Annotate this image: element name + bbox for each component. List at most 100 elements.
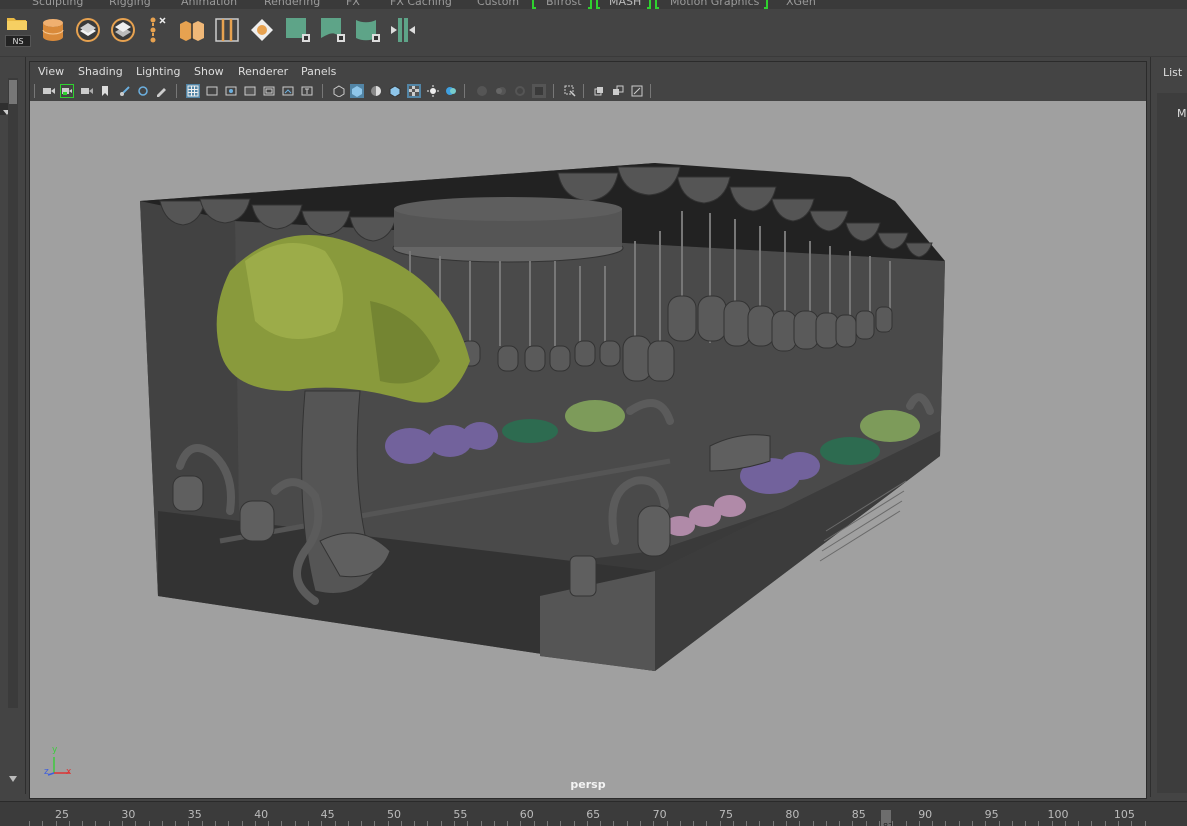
grease-pencil-icon[interactable] bbox=[154, 84, 168, 98]
toolbar-separator bbox=[34, 84, 35, 98]
safe-title-icon[interactable] bbox=[300, 84, 314, 98]
shelf-tab-motion-graphics[interactable]: Motion Graphics bbox=[670, 0, 759, 8]
timeline-tick-mark bbox=[732, 821, 734, 826]
green-deform-icon[interactable] bbox=[319, 16, 347, 44]
left-scrollbar[interactable] bbox=[8, 78, 18, 708]
shelf-tab-mash[interactable]: MASH bbox=[609, 0, 641, 8]
shelf-tab-xgen[interactable]: XGen bbox=[786, 0, 816, 8]
shelf-tab-rendering[interactable]: Rendering bbox=[264, 0, 320, 8]
timeline-tick-mark bbox=[440, 821, 442, 826]
maximize-icon[interactable] bbox=[630, 84, 644, 98]
bracket-icon[interactable] bbox=[213, 16, 241, 44]
timeline-tick-mark bbox=[547, 821, 548, 826]
timeline-tick-mark bbox=[294, 821, 296, 826]
scroll-down-icon[interactable] bbox=[8, 769, 18, 782]
scroll-thumb[interactable] bbox=[9, 80, 17, 104]
shelf-tab-bifrost[interactable]: Bifrost bbox=[546, 0, 582, 8]
timeline-tick-mark bbox=[175, 821, 177, 826]
timeline-tick-mark bbox=[799, 821, 801, 826]
image-plane-icon[interactable] bbox=[118, 84, 132, 98]
timeline-tick-mark bbox=[507, 821, 509, 826]
timeline-tick-mark bbox=[1025, 821, 1026, 826]
timeline-tick-mark bbox=[334, 821, 336, 826]
wireframe-on-shaded-icon[interactable] bbox=[388, 84, 402, 98]
axis-y-label: y bbox=[52, 745, 58, 755]
default-material-icon[interactable] bbox=[369, 84, 383, 98]
camera-attributes-icon[interactable] bbox=[80, 84, 94, 98]
field-chart-icon[interactable] bbox=[262, 84, 276, 98]
timeline-tick-mark bbox=[347, 821, 349, 826]
single-view-icon[interactable] bbox=[592, 84, 606, 98]
timeline-tick-mark bbox=[560, 821, 562, 826]
shelf-tab-sculpting[interactable]: Sculpting bbox=[32, 0, 83, 8]
film-gate-icon[interactable] bbox=[205, 84, 219, 98]
toolbar-separator bbox=[583, 84, 584, 98]
shelf-tab-fx-caching[interactable]: FX Caching bbox=[390, 0, 452, 8]
menu-shading[interactable]: Shading bbox=[78, 65, 123, 78]
green-square-icon[interactable] bbox=[284, 16, 312, 44]
viewport-toolbar bbox=[30, 82, 1146, 100]
timeline-tick-mark bbox=[533, 821, 535, 826]
3d-viewport[interactable]: y z x persp bbox=[30, 101, 1146, 798]
camera-select-icon[interactable] bbox=[42, 84, 56, 98]
depth-of-field-icon[interactable] bbox=[532, 84, 546, 98]
timeline-tick-mark bbox=[759, 821, 761, 826]
cube-split-icon[interactable] bbox=[178, 16, 206, 44]
timeline-tick-mark bbox=[666, 821, 668, 826]
list-tab[interactable]: List bbox=[1163, 66, 1182, 79]
timeline-tick-mark bbox=[932, 821, 934, 826]
timeline-tick-mark bbox=[586, 821, 588, 826]
menu-show[interactable]: Show bbox=[194, 65, 224, 78]
shelf-tab-animation[interactable]: Animation bbox=[181, 0, 237, 8]
timeline-tick-mark bbox=[122, 821, 123, 826]
bracket-icon bbox=[655, 0, 659, 9]
timeline-tick-mark bbox=[998, 821, 1000, 826]
motion-blur-icon[interactable] bbox=[494, 84, 508, 98]
screen-space-ao-icon[interactable] bbox=[475, 84, 489, 98]
bookmark-icon[interactable] bbox=[98, 84, 112, 98]
timeline-tick-mark bbox=[1118, 821, 1119, 826]
gate-mask-icon[interactable] bbox=[243, 84, 257, 98]
shelf-tabs: Sculpting Rigging Animation Rendering FX… bbox=[0, 0, 1187, 9]
xray-icon[interactable] bbox=[407, 84, 421, 98]
wireframe-icon[interactable] bbox=[332, 84, 346, 98]
use-all-lights-icon[interactable] bbox=[426, 84, 440, 98]
timeline-tick-mark bbox=[228, 821, 230, 826]
timeline-tick-mark bbox=[268, 821, 270, 826]
timeline-tick-mark bbox=[1131, 821, 1133, 826]
green-wrap-icon[interactable] bbox=[354, 16, 382, 44]
menu-view[interactable]: View bbox=[38, 65, 64, 78]
viewport-menubar: View Shading Lighting Show Renderer Pane… bbox=[30, 62, 1146, 82]
menu-panels[interactable]: Panels bbox=[301, 65, 336, 78]
isolate-select-icon[interactable] bbox=[563, 84, 577, 98]
shadows-icon[interactable] bbox=[444, 84, 458, 98]
timeline-tick-mark bbox=[427, 821, 429, 826]
joint-chain-icon[interactable] bbox=[144, 16, 168, 44]
timeline-tick-label: 40 bbox=[254, 808, 269, 821]
smooth-shade-icon[interactable] bbox=[350, 84, 364, 98]
resolution-gate-icon[interactable] bbox=[224, 84, 238, 98]
database-icon[interactable] bbox=[39, 16, 67, 44]
mirror-icon[interactable] bbox=[389, 16, 417, 44]
timeline-tick-mark bbox=[1064, 821, 1066, 826]
anti-aliasing-icon[interactable] bbox=[513, 84, 527, 98]
shelf-tab-custom[interactable]: Custom bbox=[477, 0, 519, 8]
layer-alt-icon[interactable] bbox=[109, 16, 137, 44]
folder-icon[interactable] bbox=[4, 13, 30, 33]
menu-lighting[interactable]: Lighting bbox=[136, 65, 180, 78]
grid-icon[interactable] bbox=[186, 84, 200, 98]
timeline-tick-mark bbox=[254, 821, 256, 826]
diamond-icon[interactable] bbox=[248, 16, 276, 44]
camera-lock-icon[interactable] bbox=[60, 84, 74, 98]
shelf-tab-rigging[interactable]: Rigging bbox=[109, 0, 151, 8]
timeline-tick-mark bbox=[68, 821, 70, 826]
shelf-tab-fx[interactable]: FX bbox=[346, 0, 360, 8]
safe-action-icon[interactable] bbox=[281, 84, 295, 98]
2d-pan-zoom-icon[interactable] bbox=[136, 84, 150, 98]
two-view-icon[interactable] bbox=[611, 84, 625, 98]
time-slider[interactable]: 87 253035404550556065707580859095100105 bbox=[0, 801, 1187, 826]
namespace-badge[interactable]: NS bbox=[5, 35, 31, 47]
menu-renderer[interactable]: Renderer bbox=[238, 65, 288, 78]
timeline-tick-mark bbox=[918, 821, 920, 826]
layer-icon[interactable] bbox=[74, 16, 102, 44]
